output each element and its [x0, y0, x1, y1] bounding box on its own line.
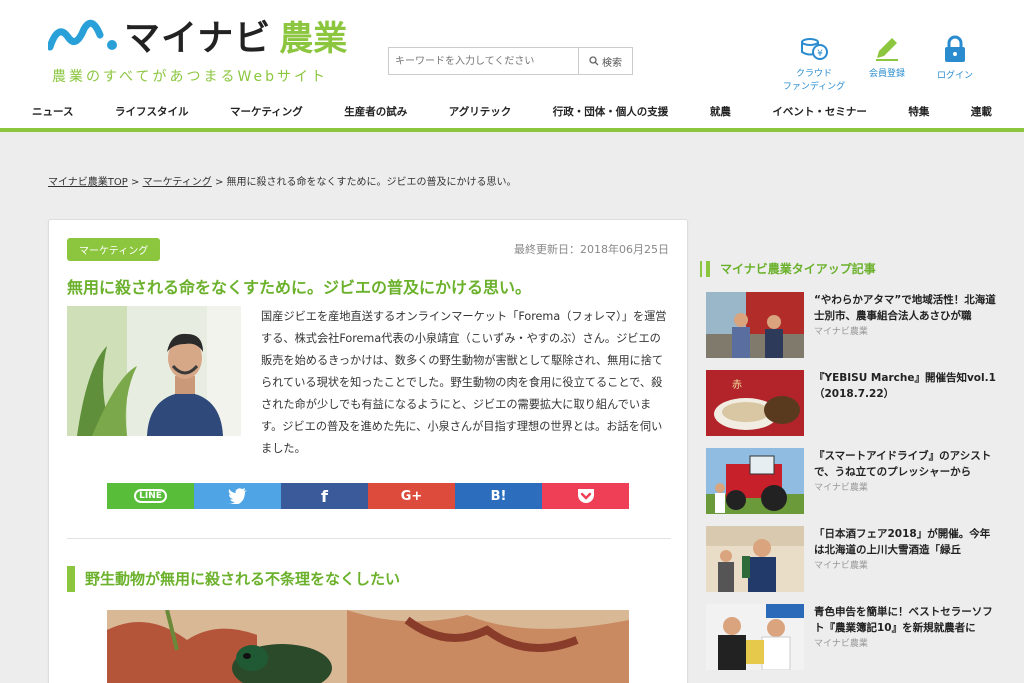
search-box: 検索	[388, 47, 633, 75]
sidebar-thumbnail: 赤	[706, 370, 804, 436]
facebook-icon: f	[321, 486, 328, 506]
sidebar-thumbnail	[706, 604, 804, 670]
sidebar-article[interactable]: 『スマートアイドライブ』のアシストで、うね立てのプレッシャーから マイナビ農業	[706, 448, 996, 514]
main-nav: ニュース ライフスタイル マーケティング 生産者の試み アグリテック 行政・団体…	[28, 104, 996, 119]
article-title: 無用に殺される命をなくすために。ジビエの普及にかける思い。	[67, 278, 532, 297]
share-googleplus-button[interactable]: G+	[368, 483, 455, 509]
coin-stack-icon: ¥	[801, 38, 828, 60]
nav-item-marketing[interactable]: マーケティング	[226, 104, 307, 119]
nav-item-series[interactable]: 連載	[967, 104, 996, 119]
search-icon	[589, 56, 599, 66]
share-hatena-button[interactable]: B!	[455, 483, 542, 509]
breadcrumb: マイナビ農業TOP > マーケティング > 無用に殺される命をなくすために。ジビ…	[48, 173, 517, 188]
register-label: 会員登録	[868, 69, 905, 79]
sidebar-article-source: マイナビ農業	[814, 639, 868, 649]
site-header: マイナビ 農業 農業のすべてがあつまるWebサイト 検索 ¥ クラウド ファンデ…	[0, 0, 1024, 132]
sidebar-thumbnail	[706, 448, 804, 514]
breadcrumb-category[interactable]: マーケティング	[143, 177, 212, 188]
updated-date: 最終更新日：2018年06月25日	[514, 243, 669, 256]
breadcrumb-separator: >	[131, 177, 140, 188]
nav-item-producers[interactable]: 生産者の試み	[340, 104, 411, 119]
article-lead: 国産ジビエを産地直送するオンラインマーケット「Forema（フォレマ）」を運営す…	[261, 310, 667, 455]
share-bar: LINE twitter f G+ B! pocket	[107, 483, 629, 509]
site-logo[interactable]: マイナビ 農業	[48, 12, 348, 59]
tagline: 農業のすべてがあつまるWebサイト	[52, 69, 328, 85]
svg-text:赤: 赤	[732, 379, 742, 391]
sidebar-article-source: マイナビ農業	[814, 561, 868, 571]
nav-item-lifestyle[interactable]: ライフスタイル	[111, 104, 193, 119]
sidebar-thumbnail	[706, 526, 804, 592]
pocket-icon	[577, 489, 594, 503]
breadcrumb-current: 無用に殺される命をなくすために。ジビエの普及にかける思い。	[226, 177, 517, 188]
section-heading: 野生動物が無用に殺される不条理をなくしたい	[67, 566, 400, 592]
logo-text-green: 農業	[279, 18, 348, 59]
sidebar-article-title: 青色申告を簡単に！ベストセラーソフト『農業簿記10』を新規就農者に	[814, 606, 993, 634]
sidebar-article[interactable]: “やわらかアタマ”で地域活性！北海道士別市、農事組合法人あさひが職 マイナビ農業	[706, 292, 996, 358]
sidebar-article-title: 『スマートアイドライブ』のアシストで、うね立てのプレッシャーから	[814, 450, 992, 478]
search-input[interactable]	[388, 47, 579, 75]
sidebar-thumbnail	[706, 292, 804, 358]
sidebar-article[interactable]: 「日本酒フェア2018」が開催。今年は北海道の上川大雪酒造「緑丘 マイナビ農業	[706, 526, 996, 592]
sidebar-article-source: マイナビ農業	[814, 483, 868, 493]
section-divider	[67, 538, 671, 539]
share-pocket-button[interactable]: pocket	[542, 483, 629, 509]
line-icon: LINE	[134, 489, 167, 503]
logo-mark-icon	[48, 19, 117, 51]
sidebar-heading: マイナビ農業タイアップ記事	[700, 261, 876, 277]
duck-leaves-illustration	[107, 610, 629, 683]
nav-item-shuno[interactable]: 就農	[706, 104, 735, 119]
category-badge[interactable]: マーケティング	[67, 238, 161, 261]
nav-item-events[interactable]: イベント・セミナー	[768, 104, 871, 119]
register-link[interactable]: 会員登録	[858, 34, 916, 79]
breadcrumb-home[interactable]: マイナビ農業TOP	[48, 177, 128, 188]
nav-item-news[interactable]: ニュース	[28, 104, 77, 119]
sidebar-article-title: “やわらかアタマ”で地域活性！北海道士別市、農事組合法人あさひが職	[814, 294, 996, 322]
login-label: ログイン	[936, 71, 973, 81]
sidebar-article[interactable]: 青色申告を簡単に！ベストセラーソフト『農業簿記10』を新規就農者に マイナビ農業	[706, 604, 996, 670]
sidebar-article-source: マイナビ農業	[814, 327, 868, 337]
lock-icon	[945, 35, 965, 62]
nav-item-features[interactable]: 特集	[904, 104, 933, 119]
googleplus-icon: G+	[400, 488, 423, 504]
sidebar-article-title: 『YEBISU Marche』開催告知vol.1（2018.7.22）	[814, 372, 996, 400]
nav-item-support[interactable]: 行政・団体・個人の支援	[549, 104, 673, 119]
portrait-illustration	[67, 306, 241, 436]
search-button-label: 検索	[602, 57, 622, 69]
portrait-image	[67, 306, 241, 436]
share-facebook-button[interactable]: f	[281, 483, 368, 509]
crowdfunding-label: クラウド ファンディング	[782, 69, 846, 92]
search-button[interactable]: 検索	[579, 47, 633, 75]
pencil-icon	[876, 38, 898, 61]
share-line-button[interactable]: LINE	[107, 483, 194, 509]
logo-text: マイナビ	[124, 18, 272, 59]
login-link[interactable]: ログイン	[930, 34, 980, 81]
share-twitter-button[interactable]: twitter	[194, 483, 281, 509]
twitter-bird-icon	[227, 488, 247, 504]
sidebar-article[interactable]: 赤 『YEBISU Marche』開催告知vol.1（2018.7.22）	[706, 370, 996, 436]
breadcrumb-separator: >	[214, 177, 224, 188]
sidebar-article-title: 「日本酒フェア2018」が開催。今年は北海道の上川大雪酒造「緑丘	[814, 528, 991, 556]
article-card: マーケティング 最終更新日：2018年06月25日 無用に殺される命をなくすため…	[48, 219, 688, 683]
section-photo	[107, 610, 629, 683]
nav-item-agritech[interactable]: アグリテック	[445, 104, 515, 119]
crowdfunding-link[interactable]: ¥ クラウド ファンディング	[780, 34, 848, 92]
hatena-icon: B!	[490, 488, 507, 504]
svg-text:¥: ¥	[817, 49, 823, 59]
